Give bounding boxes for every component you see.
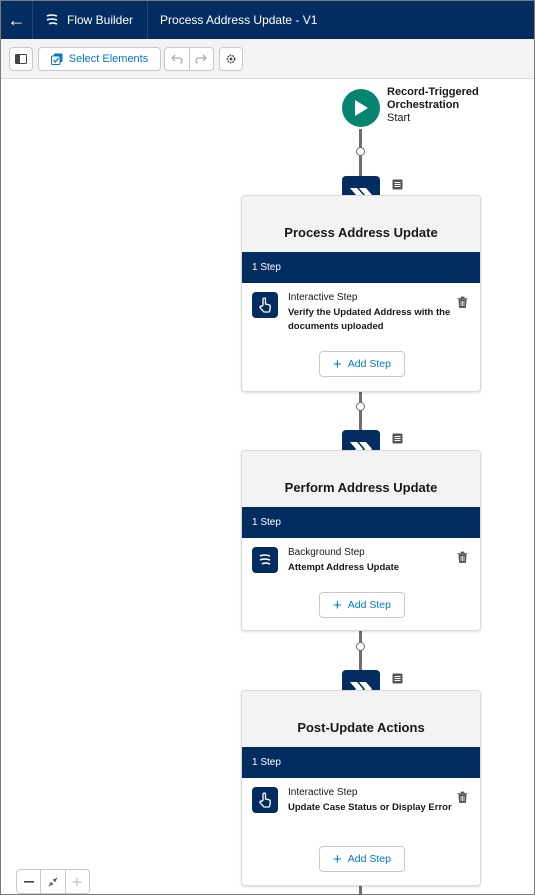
undo-redo-group — [164, 47, 214, 71]
hand-touch-icon — [259, 297, 271, 313]
connector-add-node[interactable] — [356, 147, 365, 156]
app-name-tab[interactable]: Flow Builder — [33, 1, 149, 39]
step-item[interactable]: Interactive Step Update Case Status or D… — [242, 778, 480, 838]
start-label: Record-Triggered Orchestration Start — [387, 86, 479, 125]
settings-button[interactable] — [219, 47, 243, 71]
note-icon[interactable] — [392, 179, 403, 190]
add-step-label: Add Step — [347, 853, 391, 865]
plus-icon: + — [333, 596, 342, 614]
flow-title-area: Process Address Update - V1 — [148, 1, 329, 39]
add-step-label: Add Step — [347, 599, 391, 611]
redo-icon — [195, 54, 208, 64]
flow-title: Process Address Update - V1 — [160, 13, 318, 27]
toggle-panel-button[interactable] — [9, 47, 33, 71]
stage-card[interactable]: Process Address Update 1 Step Interactiv… — [241, 195, 481, 392]
connector-add-node[interactable] — [356, 642, 365, 651]
step-count: 1 Step — [252, 517, 281, 528]
back-arrow-icon: ← — [7, 9, 26, 30]
minus-icon — [23, 880, 34, 883]
select-elements-button[interactable]: Select Elements — [38, 47, 161, 71]
redo-button[interactable] — [188, 48, 213, 70]
step-count-bar: 1 Step — [242, 507, 480, 538]
step-icon — [252, 787, 278, 813]
note-icon[interactable] — [392, 433, 403, 444]
add-step-label: Add Step — [347, 358, 391, 370]
note-icon[interactable] — [392, 673, 403, 684]
step-type: Interactive Step — [288, 292, 358, 303]
play-icon — [355, 100, 368, 116]
step-icon — [252, 547, 278, 573]
plus-icon — [72, 877, 82, 886]
step-count-bar: 1 Step — [242, 252, 480, 283]
zoom-out-button[interactable] — [17, 870, 40, 893]
step-name: Verify the Updated Address with the docu… — [288, 307, 451, 332]
step-type: Background Step — [288, 547, 365, 558]
zoom-in-button[interactable] — [64, 870, 89, 893]
step-name: Attempt Address Update — [288, 562, 400, 573]
step-count: 1 Step — [252, 262, 281, 273]
select-elements-icon — [50, 53, 63, 65]
step-item[interactable]: Interactive Step Verify the Updated Addr… — [242, 283, 480, 343]
add-step-button[interactable]: + Add Step — [319, 351, 405, 377]
step-item[interactable]: Background Step Attempt Address Update — [242, 538, 480, 583]
connector-line — [359, 631, 362, 671]
toggle-panel-icon — [15, 54, 27, 64]
step-type: Interactive Step — [288, 787, 358, 798]
trash-icon[interactable] — [457, 791, 468, 803]
toolbar: Select Elements — [1, 39, 534, 79]
undo-icon — [171, 54, 183, 64]
add-step-button[interactable]: + Add Step — [319, 846, 405, 872]
stage-card[interactable]: Post-Update Actions 1 Step Interactive S… — [241, 690, 481, 886]
step-count-bar: 1 Step — [242, 747, 480, 778]
connector-add-node[interactable] — [356, 402, 365, 411]
app-name: Flow Builder — [67, 13, 134, 27]
select-elements-label: Select Elements — [68, 53, 149, 65]
stage-title: Process Address Update — [242, 196, 480, 252]
start-node[interactable] — [342, 89, 380, 127]
plus-icon: + — [333, 355, 342, 373]
connector-line — [359, 886, 362, 895]
hand-touch-icon — [259, 792, 271, 808]
flow-icon — [259, 554, 271, 565]
start-subtitle: Start — [387, 112, 411, 124]
zoom-controls — [16, 869, 90, 894]
back-button[interactable]: ← — [1, 1, 33, 39]
trash-icon[interactable] — [457, 296, 468, 308]
stage-title: Perform Address Update — [242, 451, 480, 507]
step-name: Update Case Status or Display Error — [288, 802, 452, 813]
fit-view-button[interactable] — [40, 870, 64, 893]
undo-button[interactable] — [165, 48, 189, 70]
connector-line — [359, 392, 362, 430]
flow-canvas[interactable]: Record-Triggered Orchestration Start Pro… — [1, 80, 534, 895]
header-bar: ← Flow Builder Process Address Update - … — [1, 1, 534, 39]
stage-card[interactable]: Perform Address Update 1 Step Background… — [241, 450, 481, 631]
add-step-button[interactable]: + Add Step — [319, 592, 405, 618]
plus-icon: + — [333, 850, 342, 868]
fit-view-icon — [48, 877, 58, 886]
step-icon — [252, 292, 278, 318]
trash-icon[interactable] — [457, 551, 468, 563]
start-title-line2: Orchestration — [387, 99, 460, 111]
flow-icon — [46, 14, 58, 25]
stage-title: Post-Update Actions — [242, 691, 480, 747]
step-count: 1 Step — [252, 757, 281, 768]
gear-icon — [226, 54, 236, 64]
start-title-line1: Record-Triggered — [387, 86, 479, 98]
